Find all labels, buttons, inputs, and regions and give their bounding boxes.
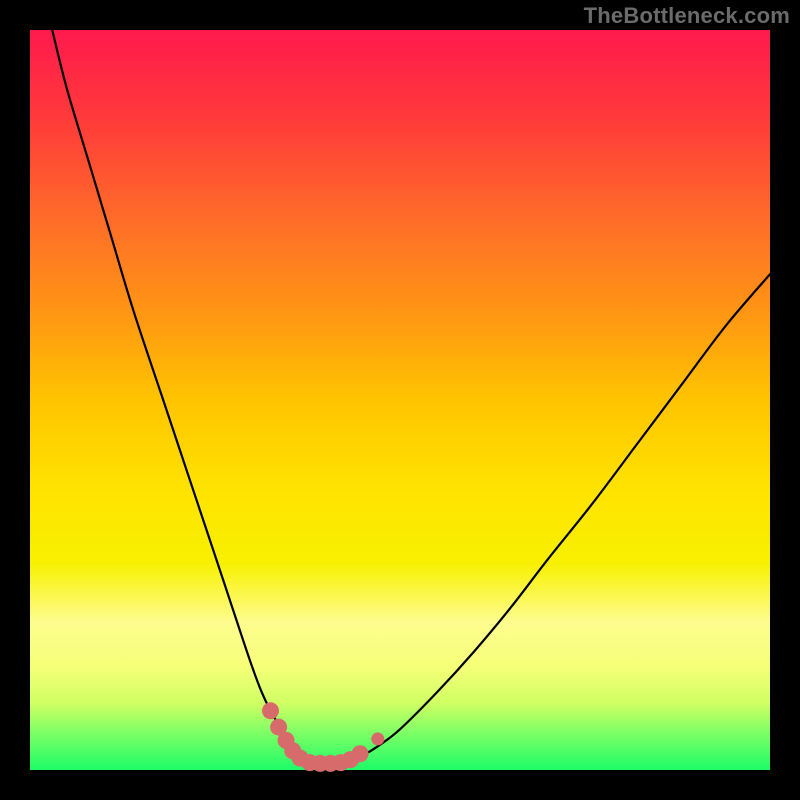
bottleneck-curve-path <box>52 30 770 763</box>
curve-marker <box>352 745 369 762</box>
curve-markers-group <box>262 702 384 772</box>
bottleneck-curve-svg <box>30 30 770 770</box>
curve-marker <box>371 732 384 745</box>
curve-marker <box>262 702 279 719</box>
chart-frame: TheBottleneck.com <box>0 0 800 800</box>
watermark-text: TheBottleneck.com <box>584 3 790 29</box>
